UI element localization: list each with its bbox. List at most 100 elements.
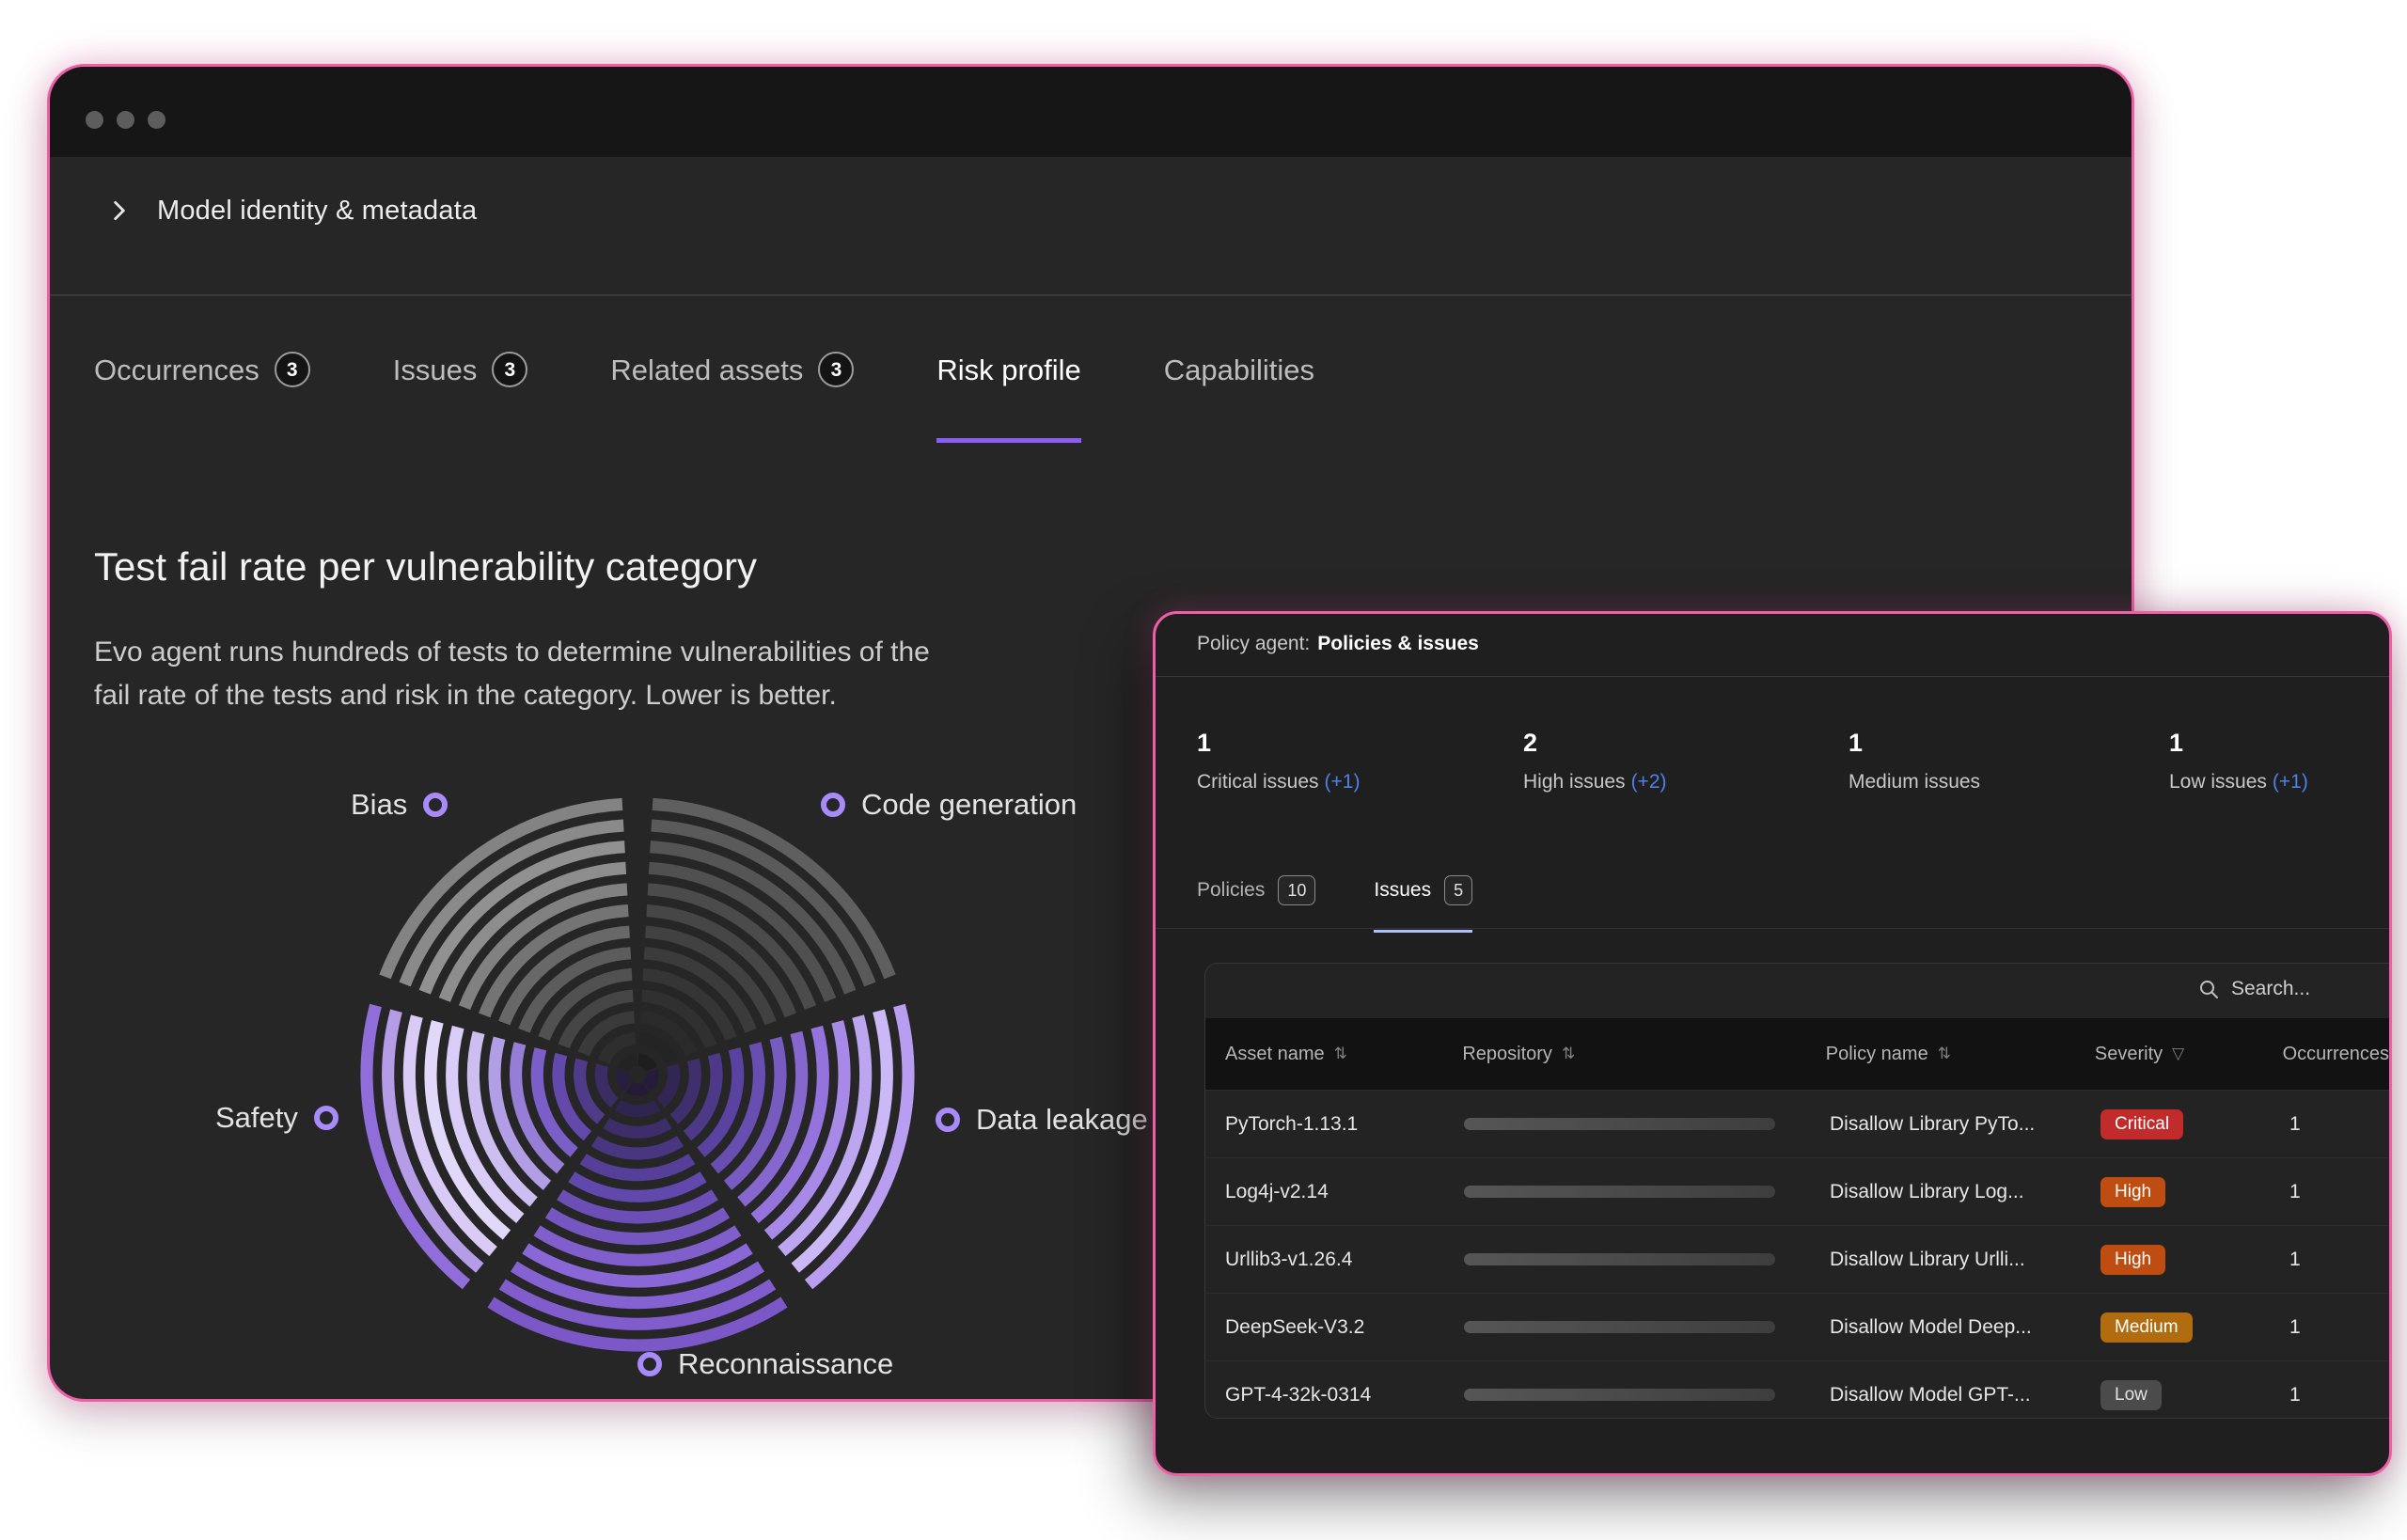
policy-header-divider [1156, 676, 2389, 677]
severity-cell: Critical [2100, 1109, 2278, 1139]
asset-name-cell: GPT-4-32k-0314 [1205, 1384, 1464, 1406]
asset-name-cell: DeepSeek-V3.2 [1205, 1316, 1464, 1339]
asset-name-cell: Urllib3-v1.26.4 [1205, 1249, 1464, 1271]
occurrences-cell: 1 [2278, 1249, 2389, 1271]
stat-high-issues: 2 High issues(+2) [1523, 727, 1667, 794]
description-line-1: Evo agent runs hundreds of tests to dete… [94, 636, 930, 668]
policy-tab-bar: Policies 10 Issues 5 [1197, 875, 1472, 933]
chart-label-code-generation: Code generation [821, 786, 1077, 824]
code-generation-marker-icon [821, 793, 845, 817]
stat-critical-issues: 1 Critical issues(+1) [1197, 727, 1360, 794]
severity-badge: Critical [2100, 1109, 2183, 1139]
search-icon [2197, 978, 2220, 1000]
repository-placeholder-bar [1464, 1253, 1775, 1265]
section-title: Test fail rate per vulnerability categor… [94, 544, 757, 589]
tab-occurrences[interactable]: Occurrences 3 [94, 352, 310, 443]
column-header-occurrences[interactable]: Occurrences [2272, 1044, 2389, 1065]
data-leakage-marker-icon [936, 1108, 960, 1132]
policy-title-text: Policies & issues [1317, 633, 1479, 655]
severity-cell: Low [2100, 1380, 2278, 1410]
asset-name-cell: Log4j-v2.14 [1205, 1181, 1464, 1203]
column-header-policy-name[interactable]: Policy name ⇅ [1826, 1044, 2095, 1065]
policy-name-cell: Disallow Model Deep... [1830, 1316, 2100, 1339]
tab-related-assets[interactable]: Related assets 3 [610, 352, 854, 443]
asset-name-cell: PyTorch-1.13.1 [1205, 1113, 1464, 1136]
stat-medium-issues: 1 Medium issues [1849, 727, 1986, 794]
chart-label-text: Code generation [861, 788, 1077, 822]
bias-marker-icon [423, 793, 448, 817]
tab-count-badge: 3 [275, 352, 310, 387]
chart-label-text: Reconnaissance [678, 1347, 893, 1381]
occurrences-cell: 1 [2278, 1113, 2389, 1136]
expand-chevron-icon[interactable] [106, 197, 133, 224]
column-header-asset-name[interactable]: Asset name ⇅ [1205, 1044, 1462, 1065]
radial-fail-rate-chart [346, 783, 929, 1366]
stat-value: 1 [2169, 727, 2308, 759]
safety-marker-icon [314, 1106, 338, 1130]
window-control-dot[interactable] [117, 111, 134, 129]
column-header-repository[interactable]: Repository ⇅ [1462, 1044, 1825, 1065]
stat-delta: (+1) [1325, 771, 1361, 793]
chart-label-text: Safety [215, 1101, 298, 1135]
page-title: Model identity & metadata [157, 196, 477, 227]
main-tab-bar: Occurrences 3 Issues 3 Related assets 3 … [94, 352, 1314, 443]
repository-placeholder-bar [1464, 1118, 1775, 1130]
chart-label-text: Bias [351, 788, 407, 822]
sort-icon[interactable]: ⇅ [1334, 1045, 1347, 1063]
filter-icon[interactable]: ▽ [2172, 1045, 2184, 1063]
column-header-severity[interactable]: Severity ▽ [2095, 1044, 2272, 1065]
severity-cell: High [2100, 1245, 2278, 1275]
tab-capabilities[interactable]: Capabilities [1164, 352, 1314, 443]
repository-cell [1464, 1253, 1830, 1265]
chart-label-data-leakage: Data leakage [936, 1101, 1148, 1139]
repository-cell [1464, 1186, 1830, 1198]
tab-count-badge: 5 [1444, 875, 1472, 905]
window-control-dot[interactable] [86, 111, 103, 129]
description-line-2: fail rate of the tests and risk in the c… [94, 680, 837, 711]
stat-low-issues: 1 Low issues(+1) [2169, 727, 2308, 794]
tab-risk-profile[interactable]: Risk profile [936, 352, 1080, 443]
tab-label: Policies [1197, 877, 1265, 904]
sort-icon[interactable]: ⇅ [1938, 1045, 1951, 1063]
window-control-dot[interactable] [148, 111, 165, 129]
chart-label-text: Data leakage [976, 1103, 1148, 1137]
chart-label-safety: Safety [215, 1099, 338, 1137]
stat-delta: (+1) [2273, 771, 2308, 793]
table-row[interactable]: DeepSeek-V3.2 Disallow Model Deep... Med… [1205, 1293, 2389, 1360]
page-background: Model identity & metadata Occurrences 3 … [0, 0, 2407, 1540]
tab-count-badge: 3 [818, 352, 854, 387]
tab-policies[interactable]: Policies 10 [1197, 875, 1315, 933]
occurrences-cell: 1 [2278, 1384, 2389, 1406]
tab-label: Issues [1374, 877, 1431, 904]
sort-icon[interactable]: ⇅ [1562, 1045, 1575, 1063]
stat-delta: (+2) [1631, 771, 1667, 793]
severity-cell: High [2100, 1177, 2278, 1207]
search-placeholder: Search... [2231, 978, 2310, 1000]
stat-value: 2 [1523, 727, 1667, 759]
table-row[interactable]: GPT-4-32k-0314 Disallow Model GPT-... Lo… [1205, 1360, 2389, 1419]
window-titlebar [50, 67, 2132, 157]
reconnaissance-marker-icon [637, 1352, 662, 1376]
header-divider [50, 294, 2132, 296]
chart-label-reconnaissance: Reconnaissance [637, 1345, 893, 1383]
search-input[interactable]: Search... [2197, 978, 2310, 1000]
occurrences-cell: 1 [2278, 1181, 2389, 1203]
table-row[interactable]: Log4j-v2.14 Disallow Library Log... High… [1205, 1157, 2389, 1225]
policy-window: Policy agent: Policies & issues 1 Critic… [1153, 611, 2392, 1476]
breadcrumb: Model identity & metadata [106, 181, 477, 240]
stat-value: 1 [1197, 727, 1360, 759]
tab-issues[interactable]: Issues 3 [393, 352, 528, 443]
tab-count-badge: 3 [492, 352, 527, 387]
stat-value: 1 [1849, 727, 1986, 759]
policy-title-prefix: Policy agent: [1197, 633, 1310, 655]
repository-placeholder-bar [1464, 1321, 1775, 1333]
policy-name-cell: Disallow Library PyTo... [1830, 1113, 2100, 1136]
occurrences-cell: 1 [2278, 1316, 2389, 1339]
tab-issues-policy[interactable]: Issues 5 [1374, 875, 1472, 933]
severity-badge: High [2100, 1245, 2165, 1275]
stat-label: Low issues(+1) [2169, 770, 2308, 794]
repository-placeholder-bar [1464, 1389, 1775, 1401]
table-row[interactable]: PyTorch-1.13.1 Disallow Library PyTo... … [1205, 1090, 2389, 1157]
severity-badge: Low [2100, 1380, 2162, 1410]
table-row[interactable]: Urllib3-v1.26.4 Disallow Library Urlli..… [1205, 1225, 2389, 1293]
